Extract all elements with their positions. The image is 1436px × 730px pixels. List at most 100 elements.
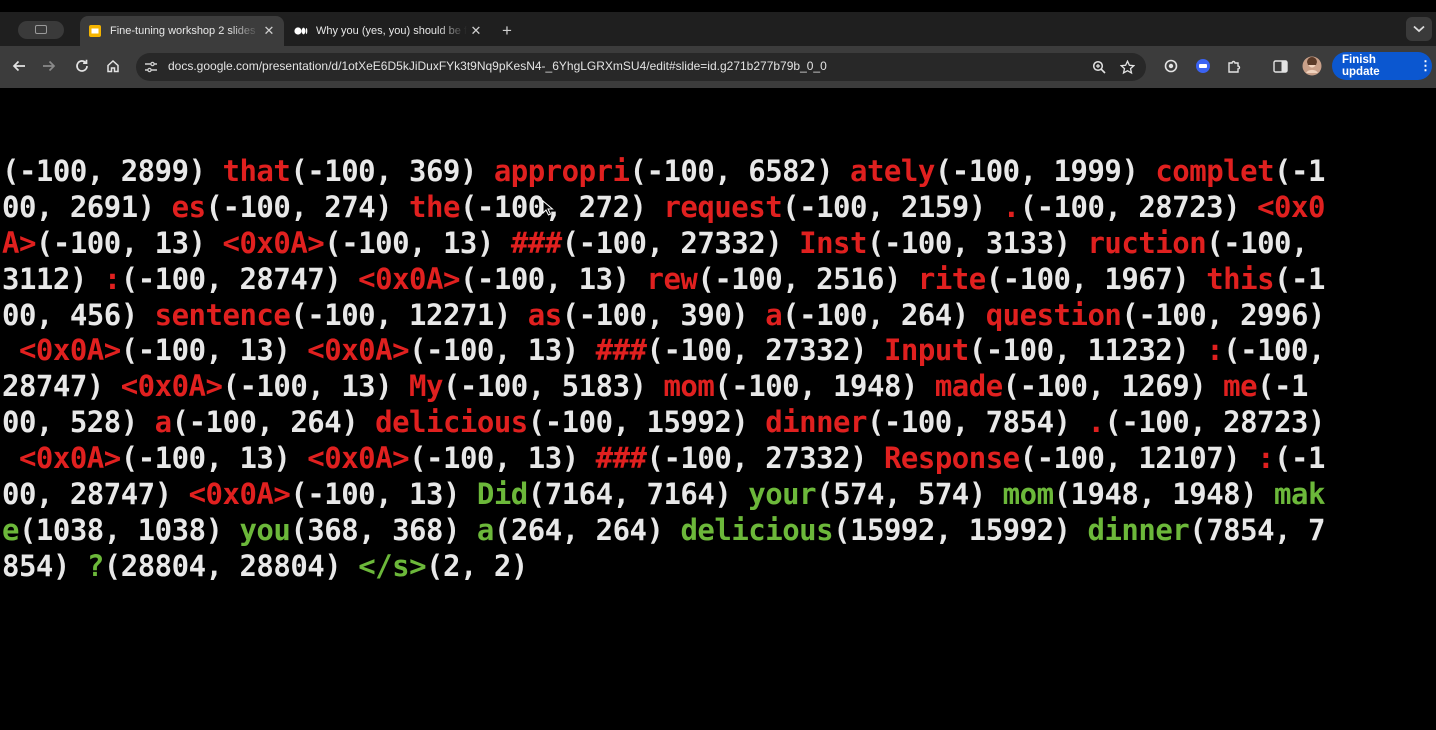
token-line: <0x0A>(-100, 13) <0x0A>(-100, 13) ###(-1…	[2, 333, 1436, 369]
prompt-token: as	[527, 297, 562, 332]
token-id-pair: (15992, 15992)	[833, 512, 1088, 547]
tab-why-fine-tuning[interactable]: Why you (yes, you) should be fine-tuning…	[286, 16, 491, 46]
token-id-pair: 00, 528)	[2, 405, 155, 440]
token-id-pair: (-100, 13)	[324, 225, 511, 260]
screen-top-edge	[0, 0, 1436, 12]
token-id-pair: (-100, 2996)	[1121, 297, 1325, 332]
token-id-pair: (-100, 2159)	[782, 189, 1003, 224]
home-icon	[107, 59, 119, 73]
prompt-token: <0x0A>	[307, 441, 410, 476]
token-id-pair: (1948, 1948)	[1053, 477, 1275, 512]
extension-zoom-icon[interactable]	[1193, 56, 1213, 76]
token-id-pair: (264, 264)	[493, 512, 681, 547]
token-id-pair: (574, 574)	[816, 477, 1003, 512]
token-id-pair: (-100, 390)	[561, 297, 766, 332]
token-id-pair: (-100, 1948)	[714, 369, 935, 404]
prompt-token: ately	[850, 154, 935, 188]
toolbar: docs.google.com/presentation/d/1otXeE6D5…	[0, 46, 1436, 88]
window-icon	[35, 25, 47, 34]
prompt-token: <0x0A>	[222, 225, 325, 260]
token-id-pair: (-100, 6582)	[629, 154, 851, 188]
tab-groups-button[interactable]	[18, 21, 64, 39]
extension-openai-icon[interactable]	[1161, 56, 1181, 76]
tab-fine-tuning-slides[interactable]: Fine-tuning workshop 2 slides ✕	[80, 16, 284, 46]
token-line: 3112) :(-100, 28747) <0x0A>(-100, 13) re…	[2, 262, 1436, 298]
token-id-pair: 00, 456)	[2, 297, 155, 332]
back-button[interactable]	[7, 54, 31, 78]
prompt-token: a	[765, 297, 783, 332]
prompt-token: question	[985, 297, 1122, 332]
prompt-token: <0x0A>	[120, 369, 223, 404]
token-id-pair: (-100, 369)	[290, 154, 494, 188]
slide-presentation: (-100, 2899) that(-100, 369) appropri(-1…	[0, 88, 1436, 730]
slides-icon	[89, 25, 101, 37]
prompt-token: made	[934, 369, 1003, 404]
prompt-token: appropri	[493, 154, 630, 188]
prompt-token: My	[409, 369, 443, 404]
token-id-pair: (-100,	[1206, 225, 1308, 260]
token-line: 28747) <0x0A>(-100, 13) My(-100, 5183) m…	[2, 369, 1436, 405]
tab-title: Why you (yes, you) should be fine-tuning	[316, 25, 467, 37]
prompt-token: A>	[2, 225, 36, 260]
side-panel-icon[interactable]	[1270, 56, 1290, 76]
token-id-pair: (-100, 7854)	[866, 405, 1088, 440]
prompt-token: Inst	[799, 225, 867, 260]
url-text: docs.google.com/presentation/d/1otXeE6D5…	[168, 59, 827, 73]
prompt-token: es	[171, 189, 206, 224]
home-button[interactable]	[101, 54, 125, 78]
reload-icon	[76, 59, 88, 72]
token-line: 00, 2691) es(-100, 274) the(-100, 272) r…	[2, 190, 1436, 226]
prompt-token: <0x0A>	[307, 333, 410, 368]
token-id-pair: (-100,	[1223, 333, 1325, 368]
token-id-pair: (28804, 28804)	[103, 548, 359, 583]
token-id-pair: (-100, 28723)	[1104, 405, 1325, 440]
prompt-token: rew	[646, 261, 698, 296]
token-id-pair: (-100, 1967)	[985, 261, 1207, 296]
site-settings-icon[interactable]	[141, 57, 161, 77]
prompt-token: Response	[883, 441, 1020, 476]
close-icon[interactable]: ✕	[467, 22, 485, 40]
token-id-pair: (-100, 5183)	[442, 369, 664, 404]
prompt-token: me	[1223, 369, 1258, 404]
prompt-token: <0x0A>	[18, 333, 121, 368]
forward-button[interactable]	[37, 54, 61, 78]
token-id-pair: (-100, 3133)	[866, 225, 1088, 260]
new-tab-button[interactable]: +	[497, 22, 517, 40]
token-id-pair: (-100, 2516)	[697, 261, 918, 296]
address-bar[interactable]: docs.google.com/presentation/d/1otXeE6D5…	[136, 53, 1146, 81]
bookmark-star-icon[interactable]	[1117, 57, 1137, 77]
token-line: e(1038, 1038) you(368, 368) a(264, 264) …	[2, 513, 1436, 549]
token-id-pair: (-100, 13)	[459, 261, 647, 296]
profile-avatar[interactable]	[1302, 56, 1322, 76]
token-id-pair: 00, 2691)	[2, 189, 172, 224]
finish-update-button[interactable]: Finish update ⋮	[1332, 52, 1432, 80]
token-id-pair: (-100, 12271)	[290, 297, 528, 332]
prompt-token: request	[663, 189, 783, 224]
response-token: mak	[1274, 477, 1325, 512]
prompt-token: ###	[510, 225, 562, 260]
prompt-token: Input	[883, 333, 969, 368]
zoom-icon[interactable]	[1089, 57, 1109, 77]
token-line: (-100, 2899) that(-100, 369) appropri(-1…	[2, 154, 1436, 190]
token-id-pair: (-1	[1274, 261, 1325, 296]
token-id-pair: (-100, 27332)	[561, 225, 800, 260]
token-id-pair: (-100, 28747)	[120, 261, 359, 296]
extensions-puzzle-icon[interactable]	[1224, 56, 1244, 76]
prompt-token: <0x0A>	[188, 477, 291, 512]
chevron-down-icon	[1413, 25, 1425, 33]
prompt-token: ruction	[1087, 225, 1207, 260]
response-token: </s>	[358, 548, 427, 583]
token-id-pair: (7854, 7	[1189, 512, 1325, 547]
prompt-token: delicious	[375, 405, 528, 440]
response-token: Did	[476, 477, 528, 512]
reload-button[interactable]	[70, 54, 94, 78]
prompt-token: the	[409, 189, 460, 224]
tab-search-button[interactable]	[1406, 17, 1432, 41]
token-id-pair: (-100, 13)	[222, 369, 410, 404]
prompt-token: .	[1002, 189, 1020, 224]
token-line: <0x0A>(-100, 13) <0x0A>(-100, 13) ###(-1…	[2, 441, 1436, 477]
prompt-token: a	[154, 405, 172, 440]
token-id-pair: (-1	[1274, 154, 1325, 188]
close-icon[interactable]: ✕	[260, 22, 278, 40]
prompt-token: ###	[595, 441, 647, 476]
